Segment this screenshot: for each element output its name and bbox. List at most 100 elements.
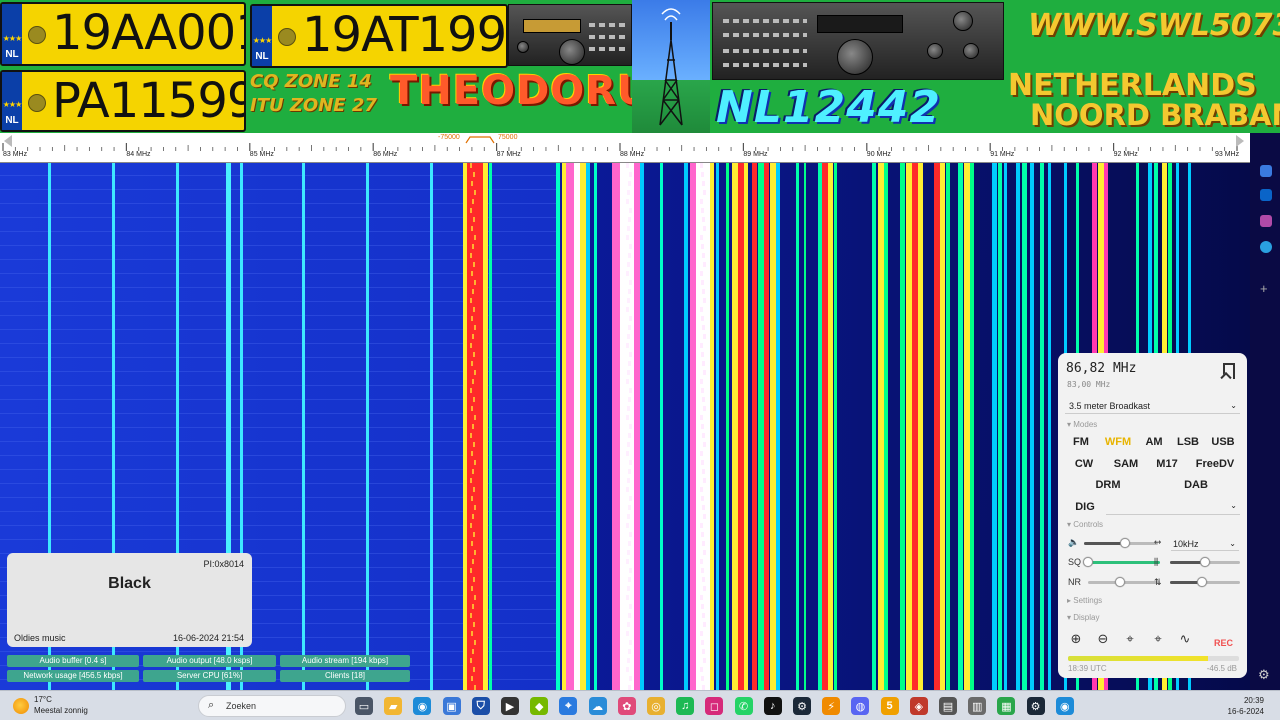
outlook-icon[interactable]: [1260, 189, 1272, 201]
mode-lsb-button[interactable]: LSB: [1172, 433, 1204, 451]
signal-modulation: [474, 325, 476, 330]
zoom-in-icon[interactable]: ⊕: [1066, 630, 1086, 648]
volume-thumb[interactable]: [1119, 538, 1130, 548]
mode-freedv-button[interactable]: FreeDV: [1188, 455, 1242, 473]
nvidia-icon[interactable]: ◆: [530, 697, 549, 715]
zoom-to-band-icon[interactable]: ⌖: [1120, 630, 1140, 648]
mode-wfm-button[interactable]: WFM: [1100, 433, 1136, 451]
mode-drm-button[interactable]: DRM: [1067, 476, 1149, 494]
station-callsign: NL12442: [716, 82, 941, 133]
side-app-icon[interactable]: [1260, 215, 1272, 227]
monitor-icon[interactable]: ▥: [968, 697, 987, 715]
task-view-icon[interactable]: ▭: [355, 697, 373, 715]
steam-icon[interactable]: ⚙: [793, 697, 811, 715]
system-clock[interactable]: 20:39 16-6-2024: [1228, 695, 1264, 717]
signal-trace: [738, 163, 744, 690]
weather-description[interactable]: Meestal zonnig: [34, 706, 88, 715]
scale-frequency-label: 83 MHz: [3, 151, 28, 158]
weather-sun-icon[interactable]: [13, 698, 29, 714]
telegram-icon[interactable]: [1260, 241, 1272, 253]
scroll-right-icon[interactable]: [1236, 135, 1244, 147]
volume-slider[interactable]: [1084, 538, 1158, 548]
signal-modulation: [473, 577, 475, 582]
frequency-scale[interactable]: -75000 75000 83 MHz 84 MHz 85 MHz 86 MHz 87 …: [0, 133, 1250, 163]
add-icon[interactable]: +: [1260, 282, 1272, 295]
sdr-5-icon[interactable]: 5: [880, 697, 899, 715]
windows-taskbar: 17°C Meestal zonnig ⌕ Zoeken ▭ ▰ ◉ ▣ ⛉ ▶ ◆ ⌖ ☁ ✿ ◎…: [0, 690, 1280, 720]
digital-mode-select[interactable]: ⌄: [1106, 499, 1240, 515]
tuning-step-select[interactable]: 10kHz ⌄: [1171, 537, 1239, 551]
section-controls[interactable]: ▾ Controls: [1067, 520, 1103, 529]
speed-thumb[interactable]: [1196, 577, 1207, 587]
onedrive-icon[interactable]: ☁: [588, 697, 607, 715]
spotify-icon[interactable]: ♫: [676, 697, 695, 715]
zoom-out-icon[interactable]: ⊖: [1093, 630, 1113, 648]
steam2-icon[interactable]: ⚙: [1026, 697, 1045, 715]
green-app-icon[interactable]: ▦: [997, 697, 1016, 715]
bandwidth-marker[interactable]: [465, 136, 495, 144]
signal-modulation: [474, 370, 476, 375]
file-explorer-icon[interactable]: ▰: [384, 697, 403, 715]
mode-cw-button[interactable]: CW: [1069, 455, 1099, 473]
scroll-left-icon[interactable]: [4, 135, 12, 147]
discord-icon[interactable]: ◍: [851, 697, 870, 715]
squelch-thumb[interactable]: [1083, 557, 1093, 567]
band-select[interactable]: 3.5 meter Broadkast ⌄: [1065, 398, 1240, 414]
signal-modulation: [626, 415, 629, 420]
signal-trace: [562, 163, 566, 690]
signal-modulation: [626, 631, 629, 636]
signal-trace: [586, 163, 590, 690]
mode-sam-button[interactable]: SAM: [1108, 455, 1144, 473]
signal-modulation: [629, 532, 632, 537]
signal-modulation: [626, 163, 629, 168]
squelch-slider[interactable]: [1083, 557, 1160, 567]
signal-modulation: [628, 649, 631, 654]
mode-m17-button[interactable]: M17: [1150, 455, 1184, 473]
mode-usb-button[interactable]: USB: [1207, 433, 1239, 451]
section-display[interactable]: ▾ Display: [1067, 613, 1099, 622]
mode-am-button[interactable]: AM: [1140, 433, 1168, 451]
bitwarden-icon[interactable]: ⛉: [471, 697, 490, 715]
noise-reduction-slider[interactable]: [1088, 577, 1160, 587]
signal-modulation: [470, 253, 472, 258]
edge-icon[interactable]: ◉: [413, 697, 432, 715]
zoom-slider[interactable]: [1170, 557, 1240, 567]
store-icon[interactable]: ▣: [442, 697, 461, 715]
mode-dab-button[interactable]: DAB: [1154, 476, 1238, 494]
signal-modulation: [474, 280, 476, 285]
signal-trace: [1022, 163, 1027, 690]
radio-icon[interactable]: ◈: [909, 697, 928, 715]
signal-modulation: [626, 451, 629, 456]
auto-adjust-icon[interactable]: ∿: [1175, 630, 1195, 648]
signal-modulation: [701, 496, 704, 501]
maps-icon[interactable]: ⌖: [559, 697, 578, 715]
section-modes[interactable]: ▾ Modes: [1067, 420, 1097, 429]
whatsapp-icon[interactable]: ✆: [734, 697, 753, 715]
instagram-icon[interactable]: ◻: [705, 697, 724, 715]
bookmark-icon[interactable]: [1223, 363, 1235, 379]
mode-dig-button[interactable]: DIG: [1067, 498, 1103, 516]
gear-icon[interactable]: ⚙: [1258, 667, 1270, 683]
side-app-icon[interactable]: [1260, 165, 1272, 177]
signal-modulation: [471, 631, 473, 636]
noise-reduction-thumb[interactable]: [1115, 577, 1126, 587]
signal-modulation: [626, 199, 629, 204]
rds-panel: PI:0x8014 Black Oldies music 16-06-2024 …: [7, 553, 252, 647]
zoom-thumb[interactable]: [1200, 557, 1210, 567]
tiktok-icon[interactable]: ♪: [763, 697, 782, 715]
chrome-icon[interactable]: ◎: [647, 697, 665, 715]
photos-icon[interactable]: ✿: [617, 697, 636, 715]
mixer-icon[interactable]: ▤: [939, 697, 957, 715]
taskbar-search[interactable]: ⌕ Zoeken: [198, 695, 346, 717]
zoom-reset-icon[interactable]: ⌖: [1148, 630, 1168, 648]
weather-temperature[interactable]: 17°C: [34, 695, 52, 704]
section-settings[interactable]: ▸ Settings: [1067, 596, 1102, 605]
speed-slider[interactable]: [1170, 577, 1240, 587]
edge2-icon[interactable]: ◉: [1055, 697, 1074, 715]
tuned-frequency[interactable]: 86,82 MHz: [1066, 361, 1136, 376]
mode-fm-button[interactable]: FM: [1067, 433, 1095, 451]
terminal-icon[interactable]: ▶: [501, 697, 519, 715]
record-button[interactable]: REC: [1214, 638, 1233, 648]
winamp-icon[interactable]: ⚡: [822, 697, 841, 715]
signal-modulation: [474, 190, 476, 195]
